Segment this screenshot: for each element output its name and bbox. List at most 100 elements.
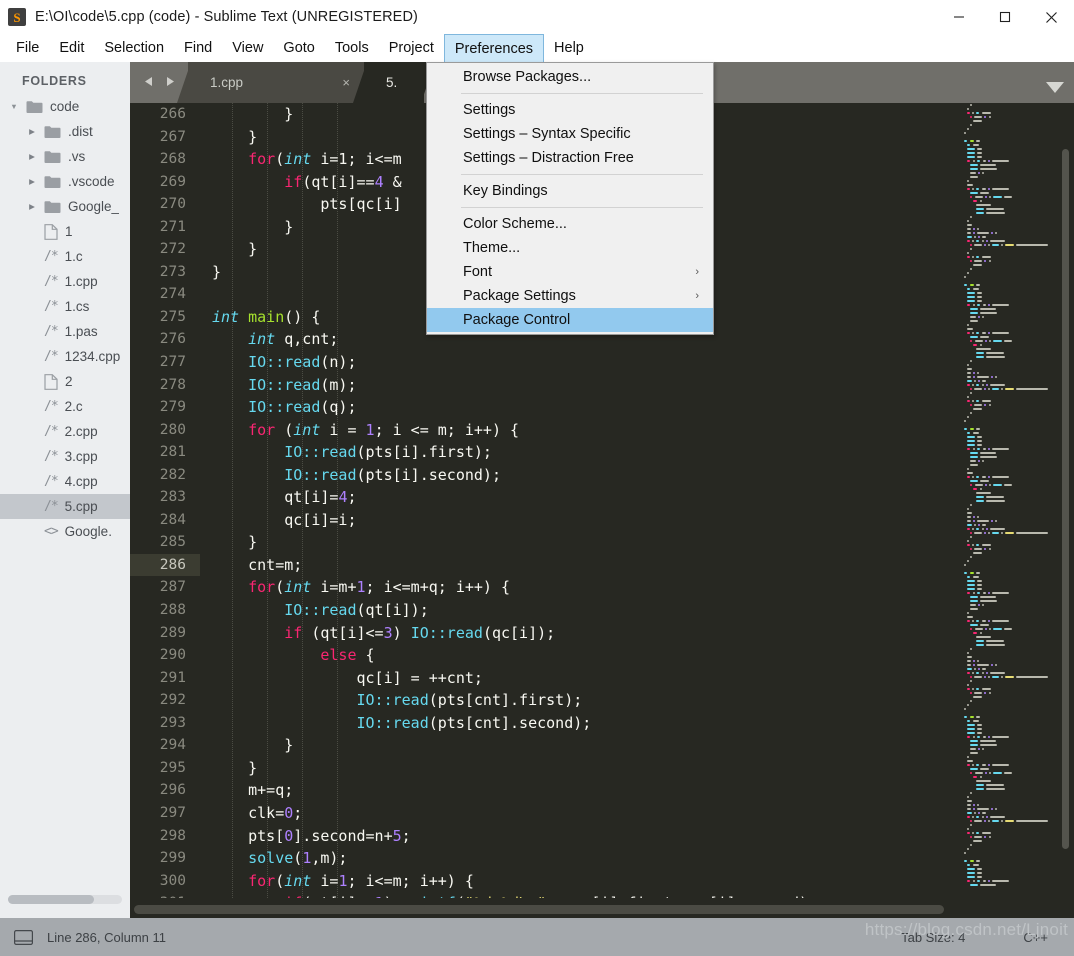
menu-view[interactable]: View bbox=[222, 34, 273, 62]
code-line[interactable]: 296 m+=q; bbox=[130, 779, 817, 802]
menu-item-settings-distraction-free[interactable]: Settings – Distraction Free bbox=[427, 146, 713, 170]
menu-item-settings[interactable]: Settings bbox=[427, 98, 713, 122]
menu-tools[interactable]: Tools bbox=[325, 34, 379, 62]
code-line[interactable]: 288 IO::read(qt[i]); bbox=[130, 599, 817, 622]
editor-vertical-scrollbar[interactable] bbox=[1059, 103, 1072, 898]
code-line[interactable]: 293 IO::read(pts[cnt].second); bbox=[130, 712, 817, 735]
code-line[interactable]: 301 if(qt[i]==1) printf("%d %d\n", ans[i… bbox=[130, 892, 817, 898]
cursor-position: Line 286, Column 11 bbox=[47, 929, 167, 945]
minimize-icon[interactable] bbox=[936, 0, 982, 34]
menu-find[interactable]: Find bbox=[174, 34, 222, 62]
code-token: (qt[i]<= bbox=[302, 623, 384, 642]
tab-prev-icon[interactable] bbox=[143, 75, 156, 91]
sidebar-item-2[interactable]: 2 bbox=[0, 369, 130, 394]
sidebar-item-1-c[interactable]: /* 1.c bbox=[0, 244, 130, 269]
horizontal-scrollbar-thumb[interactable] bbox=[134, 905, 944, 914]
minimap-token bbox=[986, 384, 989, 386]
minimap[interactable] bbox=[960, 103, 1056, 898]
code-line[interactable]: 284 qc[i]=i; bbox=[130, 509, 817, 532]
sidebar-item-3-cpp[interactable]: /* 3.cpp bbox=[0, 444, 130, 469]
chevron-right-icon[interactable]: ▶ bbox=[26, 202, 38, 211]
sidebar-item-1-pas[interactable]: /* 1.pas bbox=[0, 319, 130, 344]
chevron-down-icon[interactable]: ▼ bbox=[8, 102, 20, 111]
code-line[interactable]: 279 IO::read(q); bbox=[130, 396, 817, 419]
close-icon[interactable] bbox=[1028, 0, 1074, 34]
code-line[interactable]: 298 pts[0].second=n+5; bbox=[130, 825, 817, 848]
maximize-icon[interactable] bbox=[982, 0, 1028, 34]
tab-1-cpp[interactable]: 1.cpp × bbox=[177, 62, 375, 103]
code-line[interactable]: 283 qt[i]=4; bbox=[130, 486, 817, 509]
layout-icon[interactable] bbox=[14, 929, 33, 945]
preferences-dropdown-menu[interactable]: Browse Packages... Settings Settings – Syn… bbox=[426, 62, 714, 335]
sidebar-item--vscode[interactable]: ▶ .vscode bbox=[0, 169, 130, 194]
menu-item-key-bindings[interactable]: Key Bindings bbox=[427, 179, 713, 203]
chevron-right-icon[interactable]: ▶ bbox=[26, 127, 38, 136]
sidebar-item-2-c[interactable]: /* 2.c bbox=[0, 394, 130, 419]
menu-help[interactable]: Help bbox=[544, 34, 594, 62]
chevron-right-icon[interactable]: ▶ bbox=[26, 152, 38, 161]
sidebar-item-5-cpp[interactable]: /* 5.cpp bbox=[0, 494, 130, 519]
menu-item-theme[interactable]: Theme... bbox=[427, 236, 713, 260]
sidebar-item-1-cpp[interactable]: /* 1.cpp bbox=[0, 269, 130, 294]
menu-item-color-scheme[interactable]: Color Scheme... bbox=[427, 212, 713, 236]
menu-selection[interactable]: Selection bbox=[94, 34, 174, 62]
tab-5[interactable]: 5. bbox=[353, 62, 435, 103]
sidebar-item-google[interactable]: ▶ Google_ bbox=[0, 194, 130, 219]
minimap-token bbox=[976, 160, 981, 162]
menu-preferences[interactable]: Preferences bbox=[443, 34, 545, 62]
code-line[interactable]: 280 for (int i = 1; i <= m; i++) { bbox=[130, 419, 817, 442]
code-line[interactable]: 282 IO::read(pts[i].second); bbox=[130, 464, 817, 487]
menu-item-browse-packages[interactable]: Browse Packages... bbox=[427, 65, 713, 89]
tab-size-label[interactable]: Tab Size: 4 bbox=[901, 930, 965, 945]
sidebar-item-2-cpp[interactable]: /* 2.cpp bbox=[0, 419, 130, 444]
sidebar-horizontal-scrollbar[interactable] bbox=[8, 895, 122, 904]
sidebar-item-code[interactable]: ▼ code bbox=[0, 94, 130, 119]
code-line[interactable]: 294 } bbox=[130, 734, 817, 757]
code-line[interactable]: 299 solve(1,m); bbox=[130, 847, 817, 870]
tab-next-icon[interactable] bbox=[163, 75, 176, 91]
code-line[interactable]: 285 } bbox=[130, 531, 817, 554]
minimap-token bbox=[972, 448, 975, 450]
menu-edit[interactable]: Edit bbox=[49, 34, 94, 62]
sidebar-item-1[interactable]: 1 bbox=[0, 219, 130, 244]
menu-item-settings-syntax-specific[interactable]: Settings – Syntax Specific bbox=[427, 122, 713, 146]
sidebar-item-4-cpp[interactable]: /* 4.cpp bbox=[0, 469, 130, 494]
code-token: ( bbox=[275, 871, 285, 890]
code-line[interactable]: 278 IO::read(m); bbox=[130, 374, 817, 397]
code-token: IO::read bbox=[356, 713, 429, 732]
sidebar-item--vs[interactable]: ▶ .vs bbox=[0, 144, 130, 169]
syntax-label[interactable]: C++ bbox=[1023, 930, 1048, 945]
code-line[interactable]: 286 cnt=m; bbox=[130, 553, 817, 577]
tab-overflow-chevron-down-icon[interactable] bbox=[1046, 82, 1064, 93]
menu-project[interactable]: Project bbox=[379, 34, 444, 62]
code-line[interactable]: 281 IO::read(pts[i].first); bbox=[130, 441, 817, 464]
sidebar-item-1234-cpp[interactable]: /* 1234.cpp bbox=[0, 344, 130, 369]
minimap-token bbox=[976, 832, 980, 834]
code-line[interactable]: 289 if (qt[i]<=3) IO::read(qc[i]); bbox=[130, 622, 817, 645]
sidebar-item-google[interactable]: <> Google. bbox=[0, 519, 130, 544]
code-line[interactable]: 290 else { bbox=[130, 644, 817, 667]
minimap-token bbox=[982, 304, 986, 306]
sidebar-item-label: 1.pas bbox=[64, 324, 98, 339]
vertical-scrollbar-thumb[interactable] bbox=[1062, 149, 1069, 849]
menu-file[interactable]: File bbox=[6, 34, 49, 62]
code-line[interactable]: 287 for(int i=m+1; i<=m+q; i++) { bbox=[130, 576, 817, 599]
code-line[interactable]: 297 clk=0; bbox=[130, 802, 817, 825]
menu-item-package-settings[interactable]: Package Settings › bbox=[427, 284, 713, 308]
sidebar-item--dist[interactable]: ▶ .dist bbox=[0, 119, 130, 144]
tab-close-icon[interactable]: × bbox=[342, 75, 350, 90]
code-line[interactable]: 300 for(int i=1; i<=m; i++) { bbox=[130, 870, 817, 893]
code-line[interactable]: 291 qc[i] = ++cnt; bbox=[130, 667, 817, 690]
menu-item-font[interactable]: Font › bbox=[427, 260, 713, 284]
menu-item-package-control[interactable]: Package Control bbox=[427, 308, 713, 332]
code-line[interactable]: 295 } bbox=[130, 757, 817, 780]
code-line[interactable]: 292 IO::read(pts[cnt].first); bbox=[130, 689, 817, 712]
code-line[interactable]: 277 IO::read(n); bbox=[130, 351, 817, 374]
sidebar-scrollbar-thumb[interactable] bbox=[8, 895, 94, 904]
sidebar-item-1-cs[interactable]: /* 1.cs bbox=[0, 294, 130, 319]
sidebar-item-label: .vs bbox=[68, 149, 86, 164]
editor-horizontal-scrollbar[interactable] bbox=[130, 900, 1074, 918]
menu-goto[interactable]: Goto bbox=[273, 34, 324, 62]
chevron-right-icon[interactable]: ▶ bbox=[26, 177, 38, 186]
